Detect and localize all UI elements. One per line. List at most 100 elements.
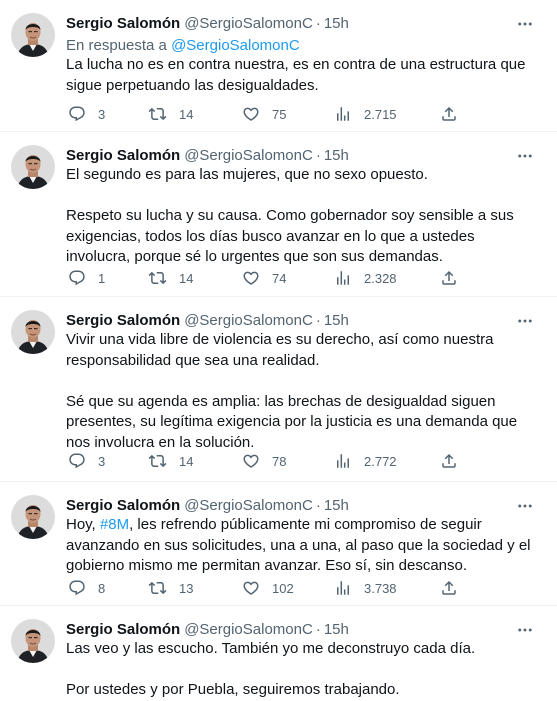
views-icon bbox=[334, 105, 352, 123]
tweet-text: El segundo es para las mujeres, que no s… bbox=[66, 165, 537, 268]
avatar[interactable] bbox=[11, 495, 55, 539]
timestamp[interactable]: 15h bbox=[324, 621, 349, 638]
avatar[interactable] bbox=[11, 619, 55, 663]
retweet-icon bbox=[148, 452, 167, 470]
more-options-icon[interactable] bbox=[515, 312, 535, 330]
author-name[interactable]: Sergio Salomón bbox=[66, 15, 180, 32]
action-bar: 1 14 74 2.328 bbox=[66, 268, 486, 288]
tweet-paragraph: El segundo es para las mujeres, que no s… bbox=[66, 166, 428, 183]
author-handle[interactable]: @SergioSalomonC bbox=[184, 621, 313, 638]
retweet-icon bbox=[148, 269, 167, 287]
more-options-icon[interactable] bbox=[515, 621, 535, 639]
profile-photo-icon bbox=[11, 145, 55, 189]
text-segment: Hoy, bbox=[66, 516, 100, 533]
heart-icon bbox=[242, 105, 260, 123]
author-handle[interactable]: @SergioSalomonC bbox=[184, 497, 313, 514]
timestamp[interactable]: 15h bbox=[324, 312, 349, 329]
tweet-3[interactable]: Sergio Salomón @SergioSalomonC · 15h Vivir … bbox=[0, 297, 557, 482]
reply-count: 3 bbox=[98, 106, 106, 122]
tweet-paragraph: Las veo y las escucho. También yo me dec… bbox=[66, 640, 476, 657]
views-icon bbox=[334, 452, 352, 470]
tweet-header: Sergio Salomón @SergioSalomonC · 15h bbox=[66, 312, 557, 330]
author-handle[interactable]: @SergioSalomonC bbox=[184, 147, 313, 164]
separator-dot: · bbox=[315, 621, 321, 638]
share-button[interactable] bbox=[440, 268, 458, 288]
tweet-text: Vivir una vida libre de violencia es su … bbox=[66, 330, 537, 453]
reply-prefix: En respuesta a bbox=[66, 37, 167, 54]
share-button[interactable] bbox=[440, 451, 458, 471]
retweet-button[interactable]: 13 bbox=[148, 578, 193, 598]
tweet-header: Sergio Salomón @SergioSalomonC · 15h bbox=[66, 147, 557, 165]
author-handle[interactable]: @SergioSalomonC bbox=[184, 15, 313, 32]
share-button[interactable] bbox=[440, 578, 458, 598]
heart-icon bbox=[242, 269, 260, 287]
tweet-header: Sergio Salomón @SergioSalomonC · 15h bbox=[66, 621, 557, 639]
tweet-header: Sergio Salomón @SergioSalomonC · 15h bbox=[66, 15, 557, 33]
retweet-button[interactable]: 14 bbox=[148, 104, 193, 124]
author-name[interactable]: Sergio Salomón bbox=[66, 621, 180, 638]
timestamp[interactable]: 15h bbox=[324, 15, 349, 32]
like-button[interactable]: 78 bbox=[242, 451, 286, 471]
like-button[interactable]: 102 bbox=[242, 578, 294, 598]
tweet-text: La lucha no es en contra nuestra, es en … bbox=[66, 55, 537, 96]
tweet-text: Las veo y las escucho. También yo me dec… bbox=[66, 639, 537, 701]
avatar[interactable] bbox=[11, 310, 55, 354]
tweet-header: Sergio Salomón @SergioSalomonC · 15h bbox=[66, 497, 557, 515]
view-count: 3.738 bbox=[364, 580, 397, 596]
reply-count: 8 bbox=[98, 580, 106, 596]
separator-dot: · bbox=[315, 15, 321, 32]
tweet-2[interactable]: Sergio Salomón @SergioSalomonC · 15h El seg… bbox=[0, 132, 557, 297]
tweet-4[interactable]: Sergio Salomón @SergioSalomonC · 15h Hoy, #… bbox=[0, 482, 557, 606]
avatar[interactable] bbox=[11, 145, 55, 189]
action-bar: 3 14 78 2.772 bbox=[66, 451, 486, 471]
heart-icon bbox=[242, 579, 260, 597]
retweet-count: 14 bbox=[179, 453, 194, 469]
reply-to-handle[interactable]: @SergioSalomonC bbox=[171, 37, 300, 54]
reply-icon bbox=[68, 579, 86, 597]
reply-icon bbox=[68, 269, 86, 287]
hashtag-link[interactable]: #8M bbox=[100, 516, 129, 533]
share-button[interactable] bbox=[440, 104, 458, 124]
reply-context: En respuesta a @SergioSalomonC bbox=[66, 37, 300, 55]
views-button[interactable]: 2.772 bbox=[334, 451, 397, 471]
author-name[interactable]: Sergio Salomón bbox=[66, 147, 180, 164]
reply-icon bbox=[68, 452, 86, 470]
timestamp[interactable]: 15h bbox=[324, 497, 349, 514]
reply-count: 1 bbox=[98, 270, 106, 286]
retweet-button[interactable]: 14 bbox=[148, 268, 193, 288]
retweet-count: 13 bbox=[179, 580, 194, 596]
more-options-icon[interactable] bbox=[515, 147, 535, 165]
views-button[interactable]: 3.738 bbox=[334, 578, 397, 598]
profile-photo-icon bbox=[11, 13, 55, 57]
reply-button[interactable]: 8 bbox=[68, 578, 105, 598]
avatar[interactable] bbox=[11, 13, 55, 57]
like-button[interactable]: 75 bbox=[242, 104, 286, 124]
tweet-paragraph: Sé que su agenda es amplia: las brechas … bbox=[66, 392, 518, 451]
more-options-icon[interactable] bbox=[515, 497, 535, 515]
more-options-icon[interactable] bbox=[515, 15, 535, 33]
tweet-paragraph: La lucha no es en contra nuestra, es en … bbox=[66, 56, 526, 94]
views-button[interactable]: 2.715 bbox=[334, 104, 397, 124]
heart-icon bbox=[242, 452, 260, 470]
timestamp[interactable]: 15h bbox=[324, 147, 349, 164]
author-name[interactable]: Sergio Salomón bbox=[66, 312, 180, 329]
retweet-count: 14 bbox=[179, 106, 194, 122]
views-icon bbox=[334, 269, 352, 287]
like-button[interactable]: 74 bbox=[242, 268, 286, 288]
retweet-icon bbox=[148, 579, 167, 597]
reply-button[interactable]: 3 bbox=[68, 104, 105, 124]
tweet-paragraph: Hoy, #8M, les refrendo públicamente mi c… bbox=[66, 515, 537, 577]
reply-button[interactable]: 3 bbox=[68, 451, 105, 471]
like-count: 78 bbox=[272, 453, 287, 469]
view-count: 2.715 bbox=[364, 106, 397, 122]
share-icon bbox=[440, 105, 458, 123]
author-handle[interactable]: @SergioSalomonC bbox=[184, 312, 313, 329]
separator-dot: · bbox=[315, 312, 321, 329]
tweet-1[interactable]: Sergio Salomón @SergioSalomonC · 15h En res… bbox=[0, 0, 557, 132]
tweet-5[interactable]: Sergio Salomón @SergioSalomonC · 15h Las ve… bbox=[0, 606, 557, 700]
retweet-button[interactable]: 14 bbox=[148, 451, 193, 471]
author-name[interactable]: Sergio Salomón bbox=[66, 497, 180, 514]
reply-button[interactable]: 1 bbox=[68, 268, 105, 288]
tweet-paragraph: Vivir una vida libre de violencia es su … bbox=[66, 331, 494, 369]
views-button[interactable]: 2.328 bbox=[334, 268, 397, 288]
